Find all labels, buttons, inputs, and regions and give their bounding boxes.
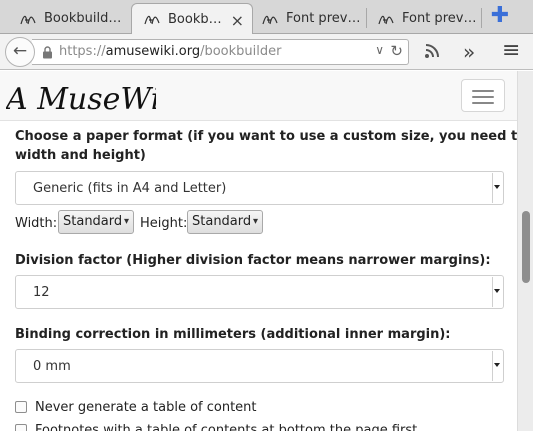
- footnotes-checkbox[interactable]: [15, 424, 27, 431]
- back-button[interactable]: ←: [5, 37, 35, 67]
- url-text: https://amusewiki.org/bookbuilder: [59, 44, 281, 59]
- tab-bookbuilder-1[interactable]: Bookbuild…: [8, 3, 132, 34]
- binding-correction-select[interactable]: 0 mm: [15, 349, 504, 383]
- page-viewport: A MuseWiki Choose a paper format (if you…: [0, 71, 533, 431]
- rss-feed-icon[interactable]: [424, 43, 440, 63]
- amusewiki-logo[interactable]: A MuseWiki: [3, 75, 188, 121]
- tab-separator: [481, 8, 482, 28]
- menu-icon[interactable]: ≡: [502, 38, 520, 63]
- paper-format-value: Generic (fits in A4 and Letter): [33, 181, 227, 196]
- division-factor-label: Division factor (Higher division factor …: [15, 253, 491, 268]
- tab-font-preview-1[interactable]: Font prev…: [250, 3, 364, 34]
- history-dropdown-icon[interactable]: ∨: [375, 43, 384, 57]
- scrollbar-thumb[interactable]: [522, 211, 530, 283]
- footnotes-option[interactable]: Footnotes with a table of contents at bo…: [15, 423, 417, 431]
- footnotes-label: Footnotes with a table of contents at bo…: [35, 423, 418, 431]
- close-tab-icon[interactable]: ×: [231, 11, 244, 30]
- no-toc-option[interactable]: Never generate a table of content: [15, 400, 257, 415]
- division-factor-value: 12: [33, 285, 50, 300]
- no-toc-label: Never generate a table of content: [35, 400, 257, 415]
- height-label: Height:: [140, 216, 188, 231]
- tab-bookbuilder-2[interactable]: Bookb… ×: [131, 3, 253, 34]
- width-select[interactable]: Standard ▾: [58, 210, 134, 234]
- dropdown-arrow-icon: [492, 351, 502, 381]
- no-toc-checkbox[interactable]: [15, 401, 27, 413]
- amusewiki-favicon-icon: [144, 12, 160, 26]
- lock-icon: [42, 46, 53, 59]
- binding-correction-label: Binding correction in millimeters (addit…: [15, 327, 451, 342]
- address-bar[interactable]: https://amusewiki.org/bookbuilder ∨ ↻: [32, 39, 409, 65]
- tab-title: Font prev…: [286, 11, 361, 26]
- paper-format-select[interactable]: Generic (fits in A4 and Letter): [15, 171, 504, 205]
- overflow-chevron-icon[interactable]: »: [463, 40, 475, 64]
- binding-correction-value: 0 mm: [33, 359, 71, 374]
- amusewiki-favicon-icon: [20, 12, 36, 26]
- url-scheme: https://: [59, 44, 106, 59]
- paper-format-label-line1: Choose a paper format (if you want to us…: [15, 129, 533, 144]
- height-value: Standard: [192, 214, 252, 229]
- reload-icon[interactable]: ↻: [390, 42, 403, 60]
- amusewiki-favicon-icon: [262, 12, 278, 26]
- tab-title: Bookb…: [168, 11, 222, 27]
- navigation-toolbar: https://amusewiki.org/bookbuilder ∨ ↻ ← …: [0, 34, 533, 70]
- division-factor-select[interactable]: 12: [15, 275, 504, 309]
- chevron-down-icon: ▾: [123, 216, 129, 227]
- dropdown-arrow-icon: [492, 173, 502, 203]
- dropdown-arrow-icon: [492, 277, 502, 307]
- site-header: A MuseWiki: [0, 71, 517, 121]
- url-path: /bookbuilder: [200, 44, 282, 59]
- paper-format-label: Choose a paper format (if you want to us…: [15, 127, 533, 165]
- tab-font-preview-2[interactable]: Font prev…: [366, 3, 480, 34]
- amusewiki-favicon-icon: [378, 12, 394, 26]
- site-menu-toggle-button[interactable]: [461, 79, 505, 112]
- height-select[interactable]: Standard ▾: [187, 210, 263, 234]
- tab-title: Font prev…: [402, 11, 477, 26]
- width-value: Standard: [63, 214, 123, 229]
- tab-title: Bookbuild…: [44, 11, 122, 26]
- width-label: Width:: [15, 216, 58, 231]
- logo-text: A MuseWiki: [6, 82, 156, 117]
- tab-strip: Bookbuild… Bookb… × Font prev… Font prev…: [0, 0, 533, 34]
- chevron-down-icon: ▾: [252, 216, 258, 227]
- url-host: amusewiki.org: [105, 44, 201, 59]
- page-scrollbar[interactable]: [517, 71, 533, 431]
- new-tab-button[interactable]: ✚: [489, 5, 511, 27]
- paper-format-label-line2: width and height): [15, 148, 146, 163]
